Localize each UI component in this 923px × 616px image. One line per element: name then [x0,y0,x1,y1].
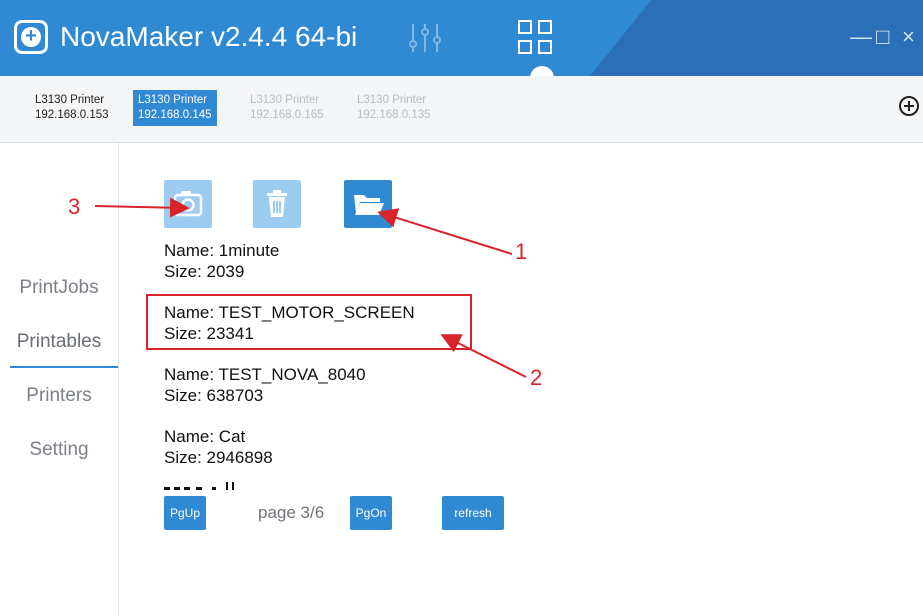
annotation-arrow-1 [377,208,513,255]
annotation-arrows [94,197,527,378]
annotation-arrow-2 [440,334,527,378]
annotation-label-2: 2 [530,365,543,390]
annotation-label-3: 3 [68,194,81,219]
annotation-arrow-3 [94,197,190,218]
annotation-label-1: 1 [515,239,528,264]
